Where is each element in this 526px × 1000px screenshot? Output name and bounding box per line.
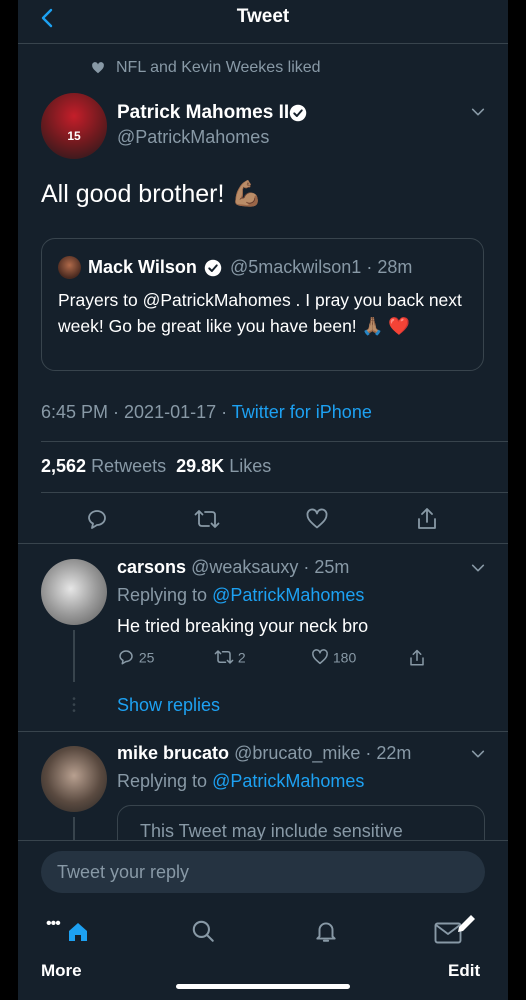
replying-to-line: Replying to @PatrickMahomes	[117, 771, 364, 792]
nav-more-label[interactable]: More	[41, 961, 82, 981]
social-context-text: NFL and Kevin Weekes liked	[116, 59, 321, 76]
chevron-down-icon	[471, 750, 485, 758]
reply-share-button[interactable]	[408, 648, 426, 668]
tweet-timestamp: 6:45 PM · 2021-01-17 ·	[41, 402, 232, 422]
likes-label: Likes	[229, 456, 272, 476]
reply-avatar[interactable]	[41, 746, 107, 812]
reply-button[interactable]	[85, 507, 109, 531]
sensitive-notice-text: This Tweet may include sensitive	[140, 821, 403, 841]
reply-retweet-count: 2	[237, 649, 246, 666]
replying-to-link[interactable]: @PatrickMahomes	[212, 771, 364, 791]
reply-options-button[interactable]	[470, 746, 486, 762]
like-button[interactable]	[305, 507, 329, 531]
quoted-display-name: Mack Wilson	[88, 257, 197, 277]
reply-icon	[119, 650, 133, 665]
composer-placeholder: Tweet your reply	[57, 862, 190, 882]
retweets-label: Retweets	[91, 456, 167, 476]
page-title: Tweet	[236, 6, 290, 27]
compose-pencil-icon	[458, 915, 475, 932]
composer-bar: Tweet your reply	[18, 840, 508, 904]
chevron-down-icon	[471, 108, 485, 116]
replying-to-prefix: Replying to	[117, 585, 213, 605]
share-icon	[418, 508, 436, 529]
liked-heart-icon	[91, 61, 105, 75]
heart-icon	[306, 508, 328, 529]
retweet-button[interactable]	[194, 507, 220, 531]
reply-like-count: 180	[332, 649, 357, 666]
replying-to-link[interactable]: @PatrickMahomes	[212, 585, 364, 605]
reply-composer-input[interactable]: Tweet your reply	[41, 851, 485, 893]
reply-icon	[88, 510, 106, 529]
reply-handle-time[interactable]: @brucato_mike · 22m	[234, 743, 411, 763]
retweet-icon	[194, 510, 220, 528]
quoted-handle-time: @5mackwilson1 · 28m	[230, 257, 413, 277]
retweets-count: 2,562	[41, 456, 87, 476]
bell-icon	[316, 922, 336, 942]
reply-like-button[interactable]: 180	[311, 648, 356, 666]
chevron-down-icon	[471, 564, 485, 572]
retweet-icon	[214, 650, 234, 665]
home-indicator[interactable]	[176, 984, 350, 989]
quoted-tweet-card[interactable]: Mack Wilson @5mackwilson1 · 28m Prayers …	[41, 238, 484, 371]
likes-stat[interactable]: 29.8K Likes	[176, 456, 271, 476]
search-icon	[192, 920, 214, 942]
author-handle[interactable]: @PatrickMahomes	[117, 127, 269, 148]
nav-messages-button[interactable]	[434, 912, 482, 948]
tweet-text: All good brother! 💪🏽	[41, 180, 263, 208]
share-icon	[410, 649, 424, 666]
meta-divider	[41, 441, 508, 442]
header-divider	[18, 43, 508, 44]
tweet-stats: 2,562 Retweets 29.8K Likes	[41, 456, 271, 477]
reply-reply-count: 25	[138, 649, 155, 666]
nav-notifications-button[interactable]	[313, 918, 339, 944]
reply-display-name[interactable]: mike brucato	[117, 743, 229, 763]
nav-home-button[interactable]: •••	[46, 914, 90, 946]
quoted-text: Prayers to @PatrickMahomes . I pray you …	[58, 290, 462, 336]
actions-divider	[18, 543, 508, 544]
reply-thread-line	[73, 817, 75, 842]
tweet-meta: 6:45 PM · 2021-01-17 · Twitter for iPhon…	[41, 402, 372, 423]
reply-options-button[interactable]	[470, 560, 486, 576]
reply-thread-dots: • • •	[72, 694, 76, 717]
reply-thread-line	[73, 630, 75, 682]
more-dots-icon: •••	[46, 915, 61, 932]
tweet-source-link[interactable]: Twitter for iPhone	[232, 402, 372, 422]
avatar[interactable]: 15	[41, 93, 107, 159]
bottom-nav: ••• More Edit	[18, 904, 508, 1000]
verified-badge-icon	[289, 104, 307, 122]
heart-icon	[312, 649, 328, 665]
replying-to-prefix: Replying to	[117, 771, 213, 791]
reply-text: He tried breaking your neck bro	[117, 616, 369, 636]
home-icon	[69, 923, 87, 941]
nav-edit-label[interactable]: Edit	[448, 961, 480, 981]
reply-divider	[18, 731, 508, 732]
quoted-avatar	[58, 256, 81, 279]
tweet-options-button[interactable]	[470, 104, 486, 120]
reply-reply-button[interactable]: 25	[117, 648, 154, 666]
likes-count: 29.8K	[176, 456, 225, 476]
nav-search-button[interactable]	[190, 918, 216, 944]
author-display-name[interactable]: Patrick Mahomes II	[117, 102, 289, 124]
show-replies-link[interactable]: Show replies	[117, 695, 220, 716]
stats-divider	[41, 492, 508, 493]
reply-header: carsons @weaksauxy · 25m	[117, 557, 349, 578]
retweets-stat[interactable]: 2,562 Retweets	[41, 456, 166, 476]
quoted-verified-badge-icon	[204, 259, 222, 277]
reply-header: mike brucato @brucato_mike · 22m	[117, 743, 411, 764]
reply-handle-time[interactable]: @weaksauxy · 25m	[191, 557, 349, 577]
reply-retweet-button[interactable]: 2	[214, 648, 246, 666]
share-button[interactable]	[415, 506, 439, 532]
reply-avatar[interactable]	[41, 559, 107, 625]
reply-display-name[interactable]: carsons	[117, 557, 186, 577]
replying-to-line: Replying to @PatrickMahomes	[117, 585, 364, 606]
tweet-detail-screen: Tweet NFL and Kevin Weekes liked 15 Patr…	[18, 0, 508, 1000]
